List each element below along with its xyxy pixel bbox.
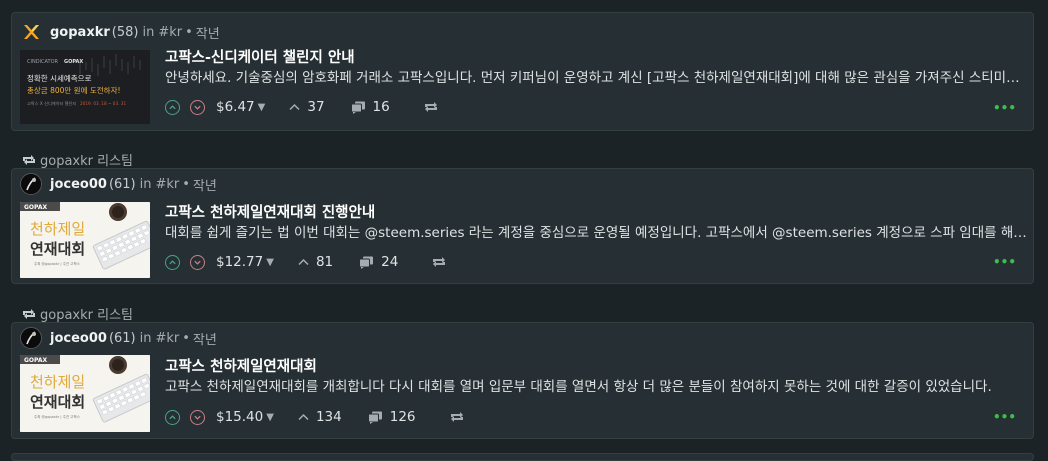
post-footer: $12.77 ▼ 81 24 (165, 252, 446, 272)
payout-dropdown[interactable]: $15.40 ▼ (216, 409, 274, 425)
post-thumbnail[interactable]: GOPAX 천하제일 연재대회 주최 @gopaxkr | 주관 고팍스 (20, 355, 150, 432)
thumb-headline-2: 연재대회 (30, 393, 85, 411)
chevron-up-icon (298, 413, 309, 421)
author-reputation: (58) (111, 24, 139, 40)
chevron-down-circle-icon[interactable] (190, 254, 205, 270)
post-tag[interactable]: #kr (158, 25, 182, 40)
reblog-label[interactable]: gopaxkr 리스팀 (40, 150, 133, 169)
payout-dropdown[interactable]: $12.77 ▼ (216, 254, 274, 270)
in-label: in (139, 330, 152, 346)
chevron-down-circle-icon[interactable] (190, 99, 205, 115)
post-title[interactable]: 고팍스 천하제일연재대회 진행안내 (165, 201, 375, 222)
comments-count[interactable]: 16 (350, 99, 390, 115)
thumb-headline-2: 연재대회 (30, 240, 85, 258)
post-card: joceo00 (61) in #kr • 작년 GOPAX 천하제일 연재대회… (11, 168, 1034, 284)
reblog-notice: gopaxkr 리스팀 (22, 150, 133, 169)
thumb-dates: 2019. 03. 18 ~ 03. 31 (80, 101, 126, 106)
post-card: gopaxkr (58) in #kr • 작년 CINDICATOR GOPA… (11, 12, 1034, 131)
post-summary[interactable]: 대회를 쉽게 즐기는 법 이번 대회는 @steem.series 라는 계정을… (165, 221, 1027, 241)
payout-dropdown[interactable]: $6.47 ▼ (216, 99, 265, 115)
reblog-icon (23, 154, 35, 165)
caret-down-icon: ▼ (257, 101, 266, 113)
chevron-down-circle-icon[interactable] (190, 409, 205, 425)
in-label: in (139, 176, 152, 192)
post-author-row: joceo00 (61) in #kr • 작년 (20, 327, 217, 349)
in-label: in (142, 24, 155, 40)
joceo-avatar-icon[interactable] (20, 173, 42, 195)
comments-icon (350, 101, 365, 114)
reblog-notice: gopaxkr 리스팀 (22, 304, 133, 323)
thumb-caption: 주최 @gopaxkr | 주관 고팍스 (34, 261, 81, 266)
thumb-caption: 고팍스 X 신디케이터 챌린지 (27, 100, 76, 107)
post-time[interactable]: 작년 (196, 23, 220, 42)
post-summary[interactable]: 안녕하세요. 기술중심의 암호화페 거래소 고팍스입니다. 먼저 키퍼님이 운영… (165, 66, 1027, 86)
author-reputation: (61) (108, 176, 136, 192)
post-card: joceo00 (61) in #kr • 작년 GOPAX 천하제일 연재대회… (11, 322, 1034, 439)
chevron-up-circle-icon[interactable] (165, 409, 180, 425)
post-time[interactable]: 작년 (193, 329, 217, 348)
votes-value: 134 (315, 409, 342, 425)
comments-count[interactable]: 126 (367, 409, 416, 425)
caret-down-icon: ▼ (266, 411, 274, 423)
post-author-row: joceo00 (61) in #kr • 작년 (20, 173, 217, 195)
more-dots-icon[interactable]: ••• (993, 410, 1016, 424)
thumb-brand-gopax: GOPAX (24, 204, 48, 211)
chevron-up-icon (298, 258, 309, 266)
post-time[interactable]: 작년 (193, 175, 217, 194)
post-tag[interactable]: #kr (155, 331, 179, 346)
post-footer: $6.47 ▼ 37 16 (165, 97, 438, 117)
author-name[interactable]: joceo00 (50, 177, 107, 192)
post-thumbnail[interactable]: CINDICATOR GOPAX 정확한 시세예측으로 총상금 800만 원에 … (20, 50, 150, 124)
post-summary[interactable]: 고팍스 천하제일연재대회를 개최합니다 다시 대회를 열며 입문부 대회를 열면… (165, 375, 1027, 395)
votes-value: 81 (315, 254, 334, 270)
post-author-row: gopaxkr (58) in #kr • 작년 (20, 22, 220, 42)
gopax-logo-icon[interactable] (20, 21, 42, 43)
thumb-brand-cindicator: CINDICATOR (27, 59, 59, 65)
more-dots-icon[interactable]: ••• (993, 255, 1016, 269)
post-title[interactable]: 고팍스 천하제일연재대회 (165, 355, 317, 376)
chevron-up-circle-icon[interactable] (165, 254, 180, 270)
post-tag[interactable]: #kr (155, 177, 179, 192)
payout-value: $12.77 (216, 254, 264, 270)
votes-count[interactable]: 81 (298, 254, 333, 270)
post-title[interactable]: 고팍스-신디케이터 챌린지 안내 (165, 46, 355, 67)
comments-value: 126 (389, 409, 416, 425)
author-name[interactable]: gopaxkr (50, 25, 110, 40)
separator: • (185, 24, 193, 40)
votes-value: 37 (307, 99, 325, 115)
thumb-headline-1: 천하제일 (30, 373, 85, 391)
post-thumbnail[interactable]: GOPAX 천하제일 연재대회 주최 @gopaxkr | 주관 고팍스 (20, 202, 150, 278)
votes-count[interactable]: 37 (289, 99, 325, 115)
payout-value: $6.47 (216, 99, 255, 115)
resteem-icon[interactable] (450, 411, 464, 423)
comments-icon (359, 256, 374, 269)
comments-count[interactable]: 24 (359, 254, 398, 270)
separator: • (182, 330, 190, 346)
thumb-brand-gopax: GOPAX (24, 357, 48, 364)
author-reputation: (61) (108, 330, 136, 346)
thumb-headline-1: 정확한 시세예측으로 (27, 73, 92, 83)
separator: • (182, 176, 190, 192)
next-post-card-edge (11, 453, 1034, 461)
chevron-up-icon (289, 103, 300, 111)
thumb-headline-1: 천하제일 (30, 220, 85, 238)
post-footer: $15.40 ▼ 134 126 (165, 407, 464, 427)
thumb-brand-gopax: GOPAX (64, 59, 83, 65)
comments-value: 24 (381, 254, 399, 270)
reblog-icon (23, 308, 35, 319)
caret-down-icon: ▼ (266, 256, 274, 268)
comments-value: 16 (372, 99, 390, 115)
reblog-label[interactable]: gopaxkr 리스팀 (40, 304, 133, 323)
chevron-up-circle-icon[interactable] (165, 99, 180, 115)
thumb-caption: 주최 @gopaxkr | 주관 고팍스 (34, 414, 81, 419)
resteem-icon[interactable] (432, 256, 446, 268)
more-dots-icon[interactable]: ••• (993, 101, 1016, 115)
joceo-avatar-icon[interactable] (20, 327, 42, 349)
resteem-icon[interactable] (424, 101, 438, 113)
votes-count[interactable]: 134 (298, 409, 342, 425)
thumb-headline-2: 총상금 800만 원에 도전하자! (27, 85, 120, 95)
author-name[interactable]: joceo00 (50, 331, 107, 346)
payout-value: $15.40 (216, 409, 264, 425)
comments-icon (367, 411, 382, 424)
